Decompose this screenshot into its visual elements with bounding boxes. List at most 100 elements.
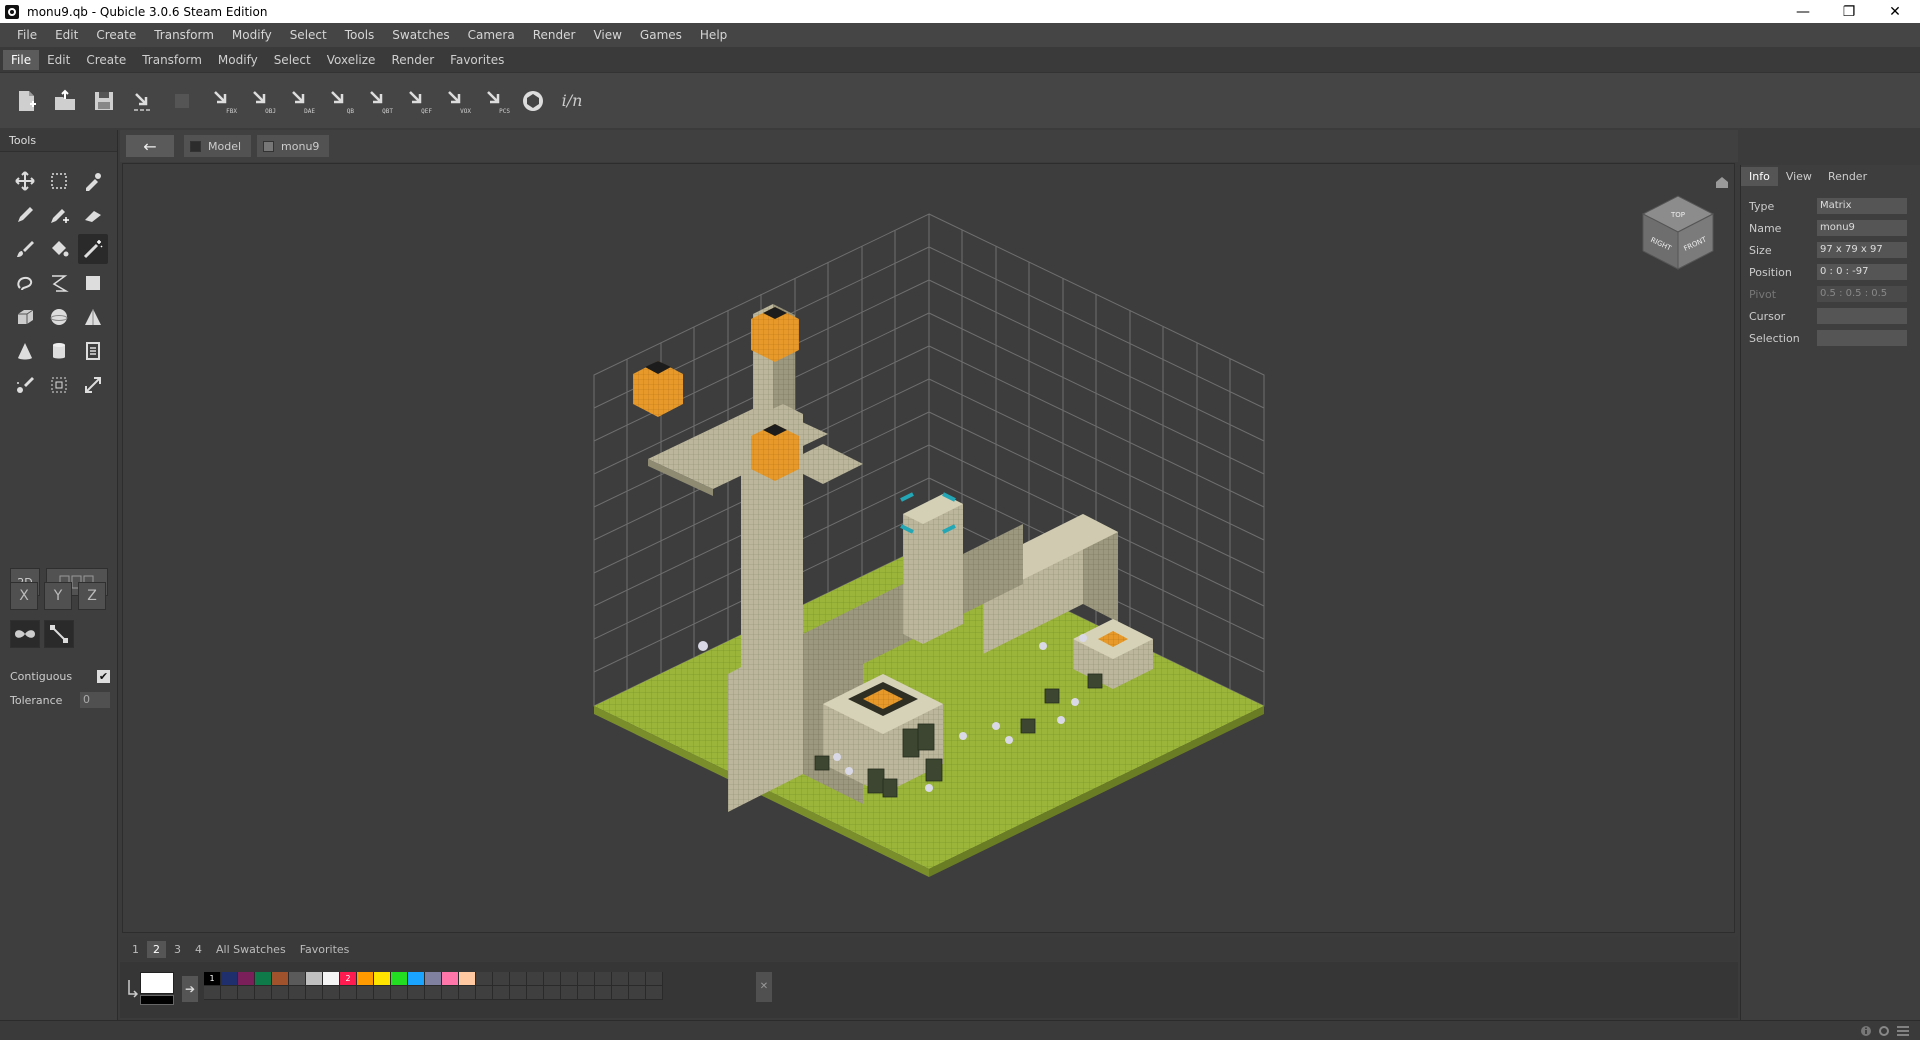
swatch-tab-1[interactable]: 1 — [126, 941, 145, 958]
ribbon-tab-favorites[interactable]: Favorites — [442, 50, 512, 70]
ribbon-tab-transform[interactable]: Transform — [134, 50, 210, 70]
prop-type-value[interactable]: Matrix — [1817, 198, 1907, 214]
palette-swatch[interactable] — [425, 972, 442, 986]
resize-icon[interactable] — [78, 370, 108, 400]
palette-swatch[interactable] — [408, 986, 425, 1000]
tab-render[interactable]: Render — [1820, 167, 1875, 186]
breadcrumb-model[interactable]: Model — [184, 135, 252, 157]
export-dae-icon[interactable]: DAE — [283, 85, 315, 117]
palette-swatch[interactable] — [391, 986, 408, 1000]
ribbon-tab-voxelize[interactable]: Voxelize — [319, 50, 384, 70]
magic-wand-icon[interactable] — [78, 234, 108, 264]
text-icon[interactable] — [78, 336, 108, 366]
cube-icon[interactable] — [10, 302, 40, 332]
palette-swatch[interactable] — [595, 972, 612, 986]
mirror-toggle[interactable] — [10, 620, 40, 648]
sphere-icon[interactable] — [44, 302, 74, 332]
palette-swatch[interactable] — [306, 986, 323, 1000]
ribbon-tab-create[interactable]: Create — [78, 50, 134, 70]
lasso-icon[interactable] — [10, 268, 40, 298]
eyedropper-icon[interactable] — [78, 166, 108, 196]
palette-swatch[interactable]: 2 — [340, 972, 357, 986]
open-file-icon[interactable] — [49, 85, 81, 117]
palette-swatch[interactable] — [204, 986, 221, 1000]
palette-swatch[interactable] — [323, 972, 340, 986]
palette-swatch[interactable] — [459, 972, 476, 986]
pyramid-icon[interactable] — [78, 302, 108, 332]
minimize-button[interactable]: — — [1780, 0, 1826, 23]
view-cube[interactable]: TOP RIGHT FRONT — [1628, 174, 1728, 274]
palette-swatch[interactable] — [357, 972, 374, 986]
palette-swatch[interactable] — [476, 986, 493, 1000]
palette-swatch[interactable] — [289, 986, 306, 1000]
palette-swatch[interactable] — [646, 986, 663, 1000]
palette-swatch[interactable] — [612, 986, 629, 1000]
palette-swatch[interactable] — [238, 972, 255, 986]
settings-icon[interactable] — [1878, 1025, 1890, 1037]
palette-swatch[interactable] — [442, 986, 459, 1000]
palette-swatch[interactable] — [510, 986, 527, 1000]
palette-swatch[interactable] — [493, 986, 510, 1000]
palette-swatch[interactable] — [238, 986, 255, 1000]
menu-swatches[interactable]: Swatches — [383, 28, 458, 42]
save-icon[interactable] — [88, 85, 120, 117]
tab-view[interactable]: View — [1778, 167, 1820, 186]
polygon-select-icon[interactable] — [44, 268, 74, 298]
info-icon[interactable] — [1860, 1025, 1872, 1037]
palette-swatch[interactable] — [527, 986, 544, 1000]
menu-render[interactable]: Render — [524, 28, 585, 42]
palette-swatch[interactable] — [391, 972, 408, 986]
swap-colors-icon[interactable] — [126, 978, 138, 998]
unity-icon[interactable] — [517, 85, 549, 117]
primary-color[interactable] — [140, 972, 174, 994]
palette-swatch[interactable] — [544, 986, 561, 1000]
new-file-icon[interactable] — [10, 85, 42, 117]
brush-icon[interactable] — [10, 234, 40, 264]
menu-create[interactable]: Create — [87, 28, 145, 42]
palette-swatch[interactable] — [323, 986, 340, 1000]
scale-select-icon[interactable] — [44, 370, 74, 400]
prop-size-value[interactable]: 97 x 79 x 97 — [1817, 242, 1907, 258]
back-button[interactable]: ← — [126, 135, 174, 157]
axis-x-button[interactable]: X — [10, 582, 38, 610]
line-tool-toggle[interactable] — [44, 620, 74, 648]
ribbon-tab-edit[interactable]: Edit — [39, 50, 78, 70]
breadcrumb-monu9[interactable]: monu9 — [257, 135, 330, 157]
export-qef-icon[interactable]: QEF — [400, 85, 432, 117]
palette-swatch[interactable] — [561, 986, 578, 1000]
menu-view[interactable]: View — [584, 28, 630, 42]
ribbon-tab-render[interactable]: Render — [383, 50, 442, 70]
swatch-tab-4[interactable]: 4 — [189, 941, 208, 958]
palette-swatch[interactable] — [493, 972, 510, 986]
contiguous-checkbox[interactable]: ✔ — [97, 670, 110, 683]
menu-games[interactable]: Games — [631, 28, 691, 42]
cylinder-icon[interactable] — [44, 336, 74, 366]
palette-swatch[interactable] — [578, 986, 595, 1000]
palette-swatch[interactable] — [578, 972, 595, 986]
palette-swatch[interactable] — [459, 986, 476, 1000]
apply-color-arrow-icon[interactable]: ➔ — [182, 976, 198, 1002]
palette-swatch[interactable] — [544, 972, 561, 986]
3d-viewport[interactable]: TOP RIGHT FRONT — [122, 163, 1735, 933]
secondary-color[interactable] — [140, 995, 174, 1005]
palette-swatch[interactable] — [629, 986, 646, 1000]
menu-edit[interactable]: Edit — [46, 28, 87, 42]
ribbon-tab-file[interactable]: File — [3, 49, 40, 70]
scatter-brush-icon[interactable] — [10, 370, 40, 400]
palette-swatch[interactable] — [255, 972, 272, 986]
tolerance-input[interactable]: 0 — [80, 692, 110, 708]
palette-swatch[interactable] — [374, 972, 391, 986]
palette-swatch[interactable] — [374, 986, 391, 1000]
palette-swatch[interactable] — [289, 972, 306, 986]
swatch-tab-favorites[interactable]: Favorites — [294, 941, 356, 958]
swatch-tab-3[interactable]: 3 — [168, 941, 187, 958]
menu-file[interactable]: File — [8, 28, 46, 42]
menu-tools[interactable]: Tools — [336, 28, 384, 42]
export-qbt-icon[interactable]: QBT — [361, 85, 393, 117]
export-obj-icon[interactable]: OBJ — [244, 85, 276, 117]
tab-info[interactable]: Info — [1741, 166, 1778, 186]
menu-modify[interactable]: Modify — [223, 28, 281, 42]
export-pcs-icon[interactable]: PCS — [478, 85, 510, 117]
palette-swatch[interactable] — [340, 986, 357, 1000]
pencil-icon[interactable] — [10, 200, 40, 230]
